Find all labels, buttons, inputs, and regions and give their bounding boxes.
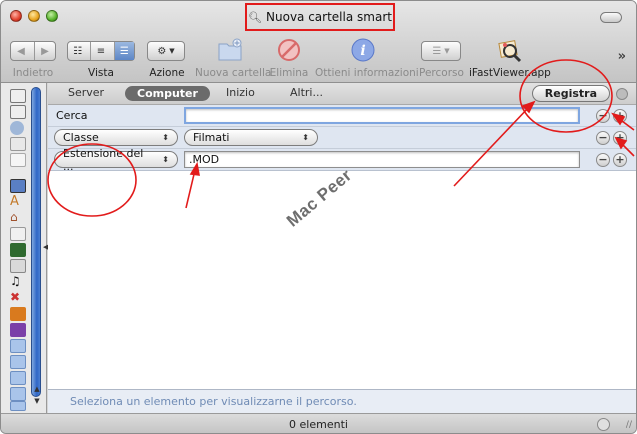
document-icon[interactable]: [10, 105, 26, 119]
view-segmented-control[interactable]: ☷ ≡ ☰: [67, 41, 135, 61]
path-label: Percorso: [419, 67, 464, 79]
new-folder-icon[interactable]: [215, 35, 245, 65]
remove-criterion-button[interactable]: −: [596, 131, 610, 145]
scope-others[interactable]: Altri...: [290, 86, 323, 99]
zoom-window-button[interactable]: [46, 10, 58, 22]
criteria-row-search: Cerca − +: [48, 105, 636, 127]
path-icon: ☰: [432, 45, 442, 57]
folder-icon[interactable]: [10, 339, 26, 353]
sidebar-scroller[interactable]: [31, 87, 41, 397]
resize-grip-icon[interactable]: ∕∕: [626, 420, 632, 430]
back-arrow-icon[interactable]: ◀: [11, 42, 31, 60]
home-icon[interactable]: ⌂: [10, 211, 26, 225]
printer-icon[interactable]: [10, 259, 26, 273]
updown-arrows-icon: ⬍: [302, 133, 309, 142]
path-bar: Seleziona un elemento per visualizzarne …: [48, 389, 636, 413]
forward-arrow-icon[interactable]: ▶: [34, 42, 55, 60]
window-title: Nuova cartella smart: [266, 10, 392, 24]
add-criterion-button[interactable]: +: [613, 153, 627, 167]
scope-home[interactable]: Inizio: [226, 86, 255, 99]
path-popup-button[interactable]: ☰ ▼: [421, 41, 461, 61]
add-criterion-button[interactable]: +: [613, 131, 627, 145]
results-area[interactable]: [48, 171, 636, 389]
computer-icon[interactable]: [10, 179, 26, 193]
application-icon[interactable]: [10, 307, 26, 321]
documents-folder-icon[interactable]: [10, 227, 26, 241]
chevron-down-icon: ▼: [444, 47, 450, 55]
attribute-value: Classe: [63, 131, 99, 144]
scope-server[interactable]: Server: [68, 86, 104, 99]
extension-input[interactable]: .MOD: [184, 151, 580, 168]
finder-window: 🔍︎ Nuova cartella smart ◀ ▶ Indietro ☷ ≡…: [0, 0, 637, 434]
icon-view-icon[interactable]: ☷: [68, 42, 87, 60]
movies-icon[interactable]: [10, 243, 26, 257]
attribute-popup-extension[interactable]: Estensione del ... ⬍: [54, 147, 178, 173]
progress-indicator: [597, 418, 610, 431]
applications-icon[interactable]: A: [10, 195, 26, 209]
remove-scope-button[interactable]: [616, 88, 628, 100]
close-window-button[interactable]: [10, 10, 22, 22]
save-search-button[interactable]: Registra: [531, 85, 610, 102]
sidebar-scroll-arrows[interactable]: ▲ ▼: [31, 383, 43, 411]
scope-computer[interactable]: Computer: [125, 86, 210, 101]
folder-icon[interactable]: [10, 355, 26, 369]
back-forward-buttons[interactable]: ◀ ▶: [10, 41, 56, 61]
updown-arrows-icon: ⬍: [162, 133, 169, 142]
add-criterion-button[interactable]: +: [613, 109, 627, 123]
attribute-popup-kind[interactable]: Classe ⬍: [54, 129, 178, 146]
music-icon[interactable]: ♫: [10, 275, 26, 289]
drive-icon[interactable]: [10, 153, 26, 167]
info-label: Ottieni informazioni: [315, 67, 419, 79]
scope-bar: Server Computer Inizio Altri... Registra: [48, 83, 636, 105]
delete-label: Elimina: [269, 67, 309, 79]
app-label: iFastViewer.app: [469, 67, 551, 79]
network-icon[interactable]: [10, 121, 24, 135]
info-icon[interactable]: i: [348, 35, 378, 65]
folder-icon[interactable]: [10, 387, 26, 401]
column-view-icon[interactable]: ☰: [113, 42, 134, 60]
folder-icon[interactable]: [10, 371, 26, 385]
folder-icon[interactable]: [10, 401, 26, 411]
title-toolbar: 🔍︎ Nuova cartella smart ◀ ▶ Indietro ☷ ≡…: [1, 1, 636, 83]
window-title-box: 🔍︎ Nuova cartella smart: [245, 3, 395, 31]
gear-icon: ⚙: [157, 45, 167, 57]
attribute-value: Estensione del ...: [63, 146, 144, 173]
search-panel: Server Computer Inizio Altri... Registra…: [48, 83, 636, 413]
utility-icon[interactable]: ✖: [10, 291, 26, 305]
list-view-icon[interactable]: ≡: [90, 42, 110, 60]
action-label: Azione: [149, 67, 185, 79]
path-hint: Seleziona un elemento per visualizzarne …: [70, 395, 357, 408]
kind-value-popup[interactable]: Filmati ⬍: [184, 129, 318, 146]
new-folder-label: Nuova cartella: [195, 67, 272, 79]
status-bar: 0 elementi ∕∕: [1, 413, 636, 433]
back-label: Indietro: [12, 67, 54, 79]
toolbar-toggle-button[interactable]: [600, 12, 622, 23]
item-count: 0 elementi: [289, 418, 348, 431]
pictures-icon[interactable]: [10, 323, 26, 337]
toolbar-overflow-icon[interactable]: »: [618, 49, 626, 64]
minimize-window-button[interactable]: [28, 10, 40, 22]
delete-icon[interactable]: [274, 35, 304, 65]
updown-arrows-icon: ⬍: [162, 155, 169, 164]
sidebar: A ⌂ ♫ ✖ ◀ ▲ ▼: [1, 83, 48, 413]
search-label: Cerca: [56, 109, 88, 122]
remove-criterion-button[interactable]: −: [596, 109, 610, 123]
svg-text:i: i: [360, 43, 365, 59]
smart-folder-icon: 🔍︎: [248, 10, 263, 24]
chevron-down-icon: ▼: [169, 47, 175, 55]
view-label: Vista: [88, 67, 114, 79]
remove-criterion-button[interactable]: −: [596, 153, 610, 167]
document-icon[interactable]: [10, 89, 26, 103]
search-input[interactable]: [184, 107, 580, 124]
kind-value: Filmati: [193, 131, 230, 144]
drive-icon[interactable]: [10, 137, 26, 151]
action-menu-button[interactable]: ⚙ ▼: [147, 41, 185, 61]
ifastviewer-app-icon[interactable]: [494, 35, 524, 65]
